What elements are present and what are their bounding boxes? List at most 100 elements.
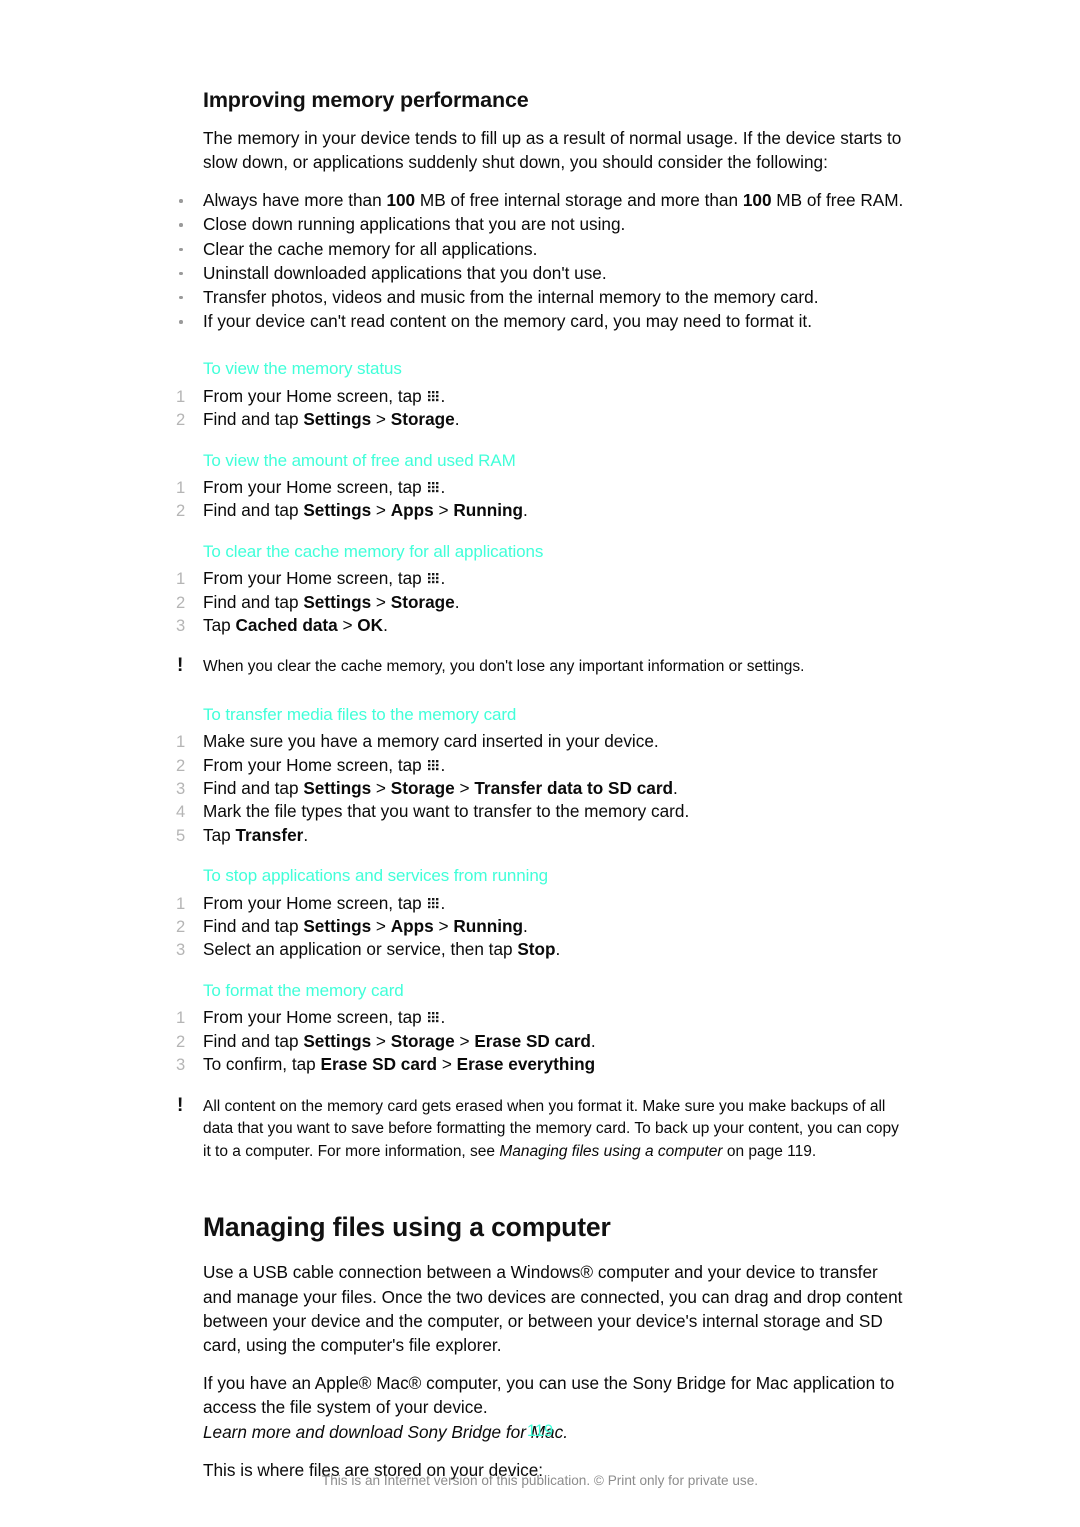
steps-clear-cache: 1 From your Home screen, tap . 2 Find an… xyxy=(174,567,908,637)
step-number: 3 xyxy=(176,615,186,635)
bullet-icon xyxy=(179,271,183,276)
step-text: Mark the file types that you want to tra… xyxy=(203,801,690,822)
exclamation-icon: ! xyxy=(177,655,184,677)
list-item: 1 Make sure you have a memory card inser… xyxy=(174,730,908,753)
step-number: 5 xyxy=(176,825,186,845)
list-item: If your device can't read content on the… xyxy=(174,309,908,333)
memory-tips-list: Always have more than 100 MB of free int… xyxy=(174,188,908,333)
step-number: 1 xyxy=(176,386,186,406)
list-item: 2 Find and tap Settings > Storage. xyxy=(174,591,908,614)
step-number: 2 xyxy=(176,410,186,430)
app-drawer-grid-icon xyxy=(427,897,441,910)
step-text: From your Home screen, tap . xyxy=(203,385,446,406)
list-item: 4 Mark the file types that you want to t… xyxy=(174,800,908,823)
step-number: 1 xyxy=(176,732,186,752)
document-page: Improving memory performance The memory … xyxy=(0,0,1080,1527)
step-text: Make sure you have a memory card inserte… xyxy=(203,731,659,752)
intro-paragraph: The memory in your device tends to fill … xyxy=(203,127,902,172)
step-number: 3 xyxy=(176,1055,186,1075)
list-item: 2 Find and tap Settings > Storage. xyxy=(174,408,908,431)
page-content: Improving memory performance The memory … xyxy=(174,88,908,1496)
list-item: 2 Find and tap Settings > Apps > Running… xyxy=(174,915,908,938)
note-text: All content on the memory card gets eras… xyxy=(203,1097,899,1160)
list-item: Close down running applications that you… xyxy=(174,212,908,236)
page-number: 119 xyxy=(526,1422,554,1440)
list-item: 3 Tap Cached data > OK. xyxy=(174,614,908,637)
step-number: 1 xyxy=(176,1008,186,1028)
list-item: 3 To confirm, tap Erase SD card > Erase … xyxy=(174,1053,908,1076)
step-text: Find and tap Settings > Storage > Erase … xyxy=(203,1030,596,1051)
step-text: Select an application or service, then t… xyxy=(203,939,561,960)
step-text: From your Home screen, tap . xyxy=(203,568,446,589)
bullet-icon xyxy=(179,320,183,324)
list-item: 1 From your Home screen, tap . xyxy=(174,892,908,915)
step-number: 2 xyxy=(176,1031,186,1051)
list-item: Uninstall downloaded applications that y… xyxy=(174,261,908,285)
app-drawer-grid-icon xyxy=(427,390,441,403)
step-number: 2 xyxy=(176,592,186,612)
procedure-heading-memory-status: To view the memory status xyxy=(203,359,402,379)
list-item: 1 From your Home screen, tap . xyxy=(174,567,908,590)
list-item-text: Clear the cache memory for all applicati… xyxy=(203,238,538,259)
list-item: Transfer photos, videos and music from t… xyxy=(174,285,908,309)
steps-free-ram: 1 From your Home screen, tap . 2 Find an… xyxy=(174,476,908,523)
step-text: Find and tap Settings > Storage > Transf… xyxy=(203,778,678,799)
step-number: 2 xyxy=(176,755,186,775)
exclamation-icon: ! xyxy=(177,1094,184,1116)
step-text: From your Home screen, tap . xyxy=(203,754,446,775)
procedure-heading-stop-apps: To stop applications and services from r… xyxy=(203,866,549,886)
step-number: 2 xyxy=(176,501,186,521)
list-item: 2 Find and tap Settings > Apps > Running… xyxy=(174,499,908,522)
procedure-heading-clear-cache: To clear the cache memory for all applic… xyxy=(203,541,544,561)
list-item-text: Uninstall downloaded applications that y… xyxy=(203,262,607,283)
step-text: Tap Transfer. xyxy=(203,824,309,845)
list-item: 1 From your Home screen, tap . xyxy=(174,476,908,499)
bullet-icon xyxy=(179,247,183,252)
app-drawer-grid-icon xyxy=(427,1012,441,1024)
step-text: Find and tap Settings > Apps > Running. xyxy=(203,500,528,521)
steps-format-card: 1 From your Home screen, tap . 2 Find an… xyxy=(174,1006,908,1076)
step-number: 3 xyxy=(176,779,186,799)
bullet-icon xyxy=(179,199,183,203)
step-text: From your Home screen, tap . xyxy=(203,1007,446,1028)
list-item: 5 Tap Transfer. xyxy=(174,824,908,847)
section-heading-managing-files: Managing files using a computer xyxy=(203,1212,611,1242)
steps-stop-apps: 1 From your Home screen, tap . 2 Find an… xyxy=(174,892,908,962)
list-item: 2 Find and tap Settings > Storage > Eras… xyxy=(174,1030,908,1053)
step-text: To confirm, tap Erase SD card > Erase ev… xyxy=(203,1054,596,1075)
steps-transfer-media: 1 Make sure you have a memory card inser… xyxy=(174,730,908,847)
step-text: From your Home screen, tap . xyxy=(203,892,446,913)
note-format-card: ! All content on the memory card gets er… xyxy=(174,1094,908,1164)
list-item: 3 Select an application or service, then… xyxy=(174,938,908,961)
footer-note: This is an Internet version of this publ… xyxy=(321,1473,759,1488)
procedure-heading-free-ram: To view the amount of free and used RAM xyxy=(203,450,516,470)
list-item-text: Close down running applications that you… xyxy=(203,214,626,235)
step-text: From your Home screen, tap . xyxy=(203,476,446,497)
step-number: 3 xyxy=(176,940,186,960)
step-number: 1 xyxy=(176,477,186,497)
managing-files-paragraph-2: If you have an Apple® Mac® computer, you… xyxy=(203,1373,895,1418)
list-item-text: Always have more than 100 MB of free int… xyxy=(203,190,904,211)
step-text: Find and tap Settings > Storage. xyxy=(203,591,460,612)
app-drawer-grid-icon xyxy=(427,573,441,585)
app-drawer-grid-icon xyxy=(427,481,441,494)
step-text: Tap Cached data > OK. xyxy=(203,614,388,635)
step-number: 2 xyxy=(176,917,186,937)
list-item: 2 From your Home screen, tap . xyxy=(174,754,908,777)
steps-memory-status: 1 From your Home screen, tap . 2 Find an… xyxy=(174,385,908,432)
list-item-text: If your device can't read content on the… xyxy=(203,311,812,332)
procedure-heading-format-card: To format the memory card xyxy=(203,980,404,1000)
step-text: Find and tap Settings > Apps > Running. xyxy=(203,916,528,937)
managing-files-paragraph-1: Use a USB cable connection between a Win… xyxy=(203,1262,903,1356)
procedure-heading-transfer-media: To transfer media files to the memory ca… xyxy=(203,704,517,724)
note-text: When you clear the cache memory, you don… xyxy=(203,658,805,676)
